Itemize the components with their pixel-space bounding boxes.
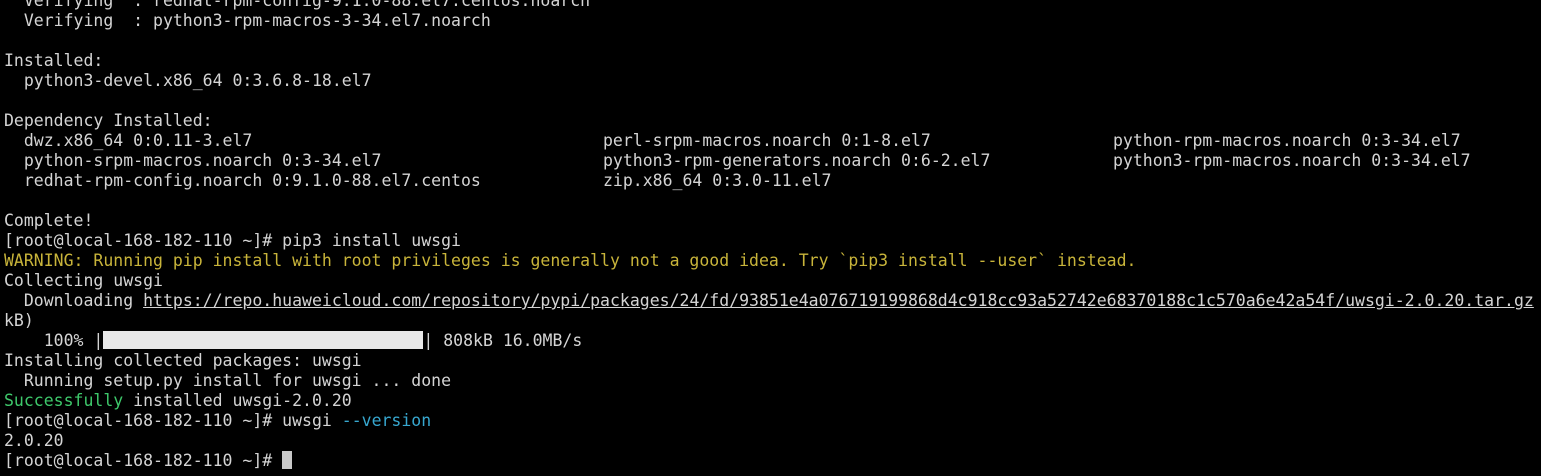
- downloading-label: Downloading: [4, 291, 144, 310]
- complete-message: Complete!: [4, 211, 94, 230]
- success-detail: installed uwsgi-2.0.20: [123, 391, 352, 410]
- download-size-wrap: kB): [4, 311, 34, 330]
- command-text: uwsgi: [282, 411, 342, 430]
- dependency-item: perl-srpm-macros.noarch 0:1-8.el7: [603, 131, 931, 150]
- installed-header: Installed:: [4, 51, 104, 70]
- dependency-item: zip.x86_64 0:3.0-11.el7: [603, 171, 832, 190]
- dependency-header: Dependency Installed:: [4, 111, 213, 130]
- command-line: [root@local-168-182-110 ~]# uwsgi --vers…: [4, 411, 431, 431]
- verify-line: Verifying : redhat-rpm-config-9.1.0-88.e…: [4, 0, 591, 10]
- downloading-line: Downloading https://repo.huaweicloud.com…: [4, 291, 1534, 311]
- shell-prompt: [root@local-168-182-110 ~]#: [4, 451, 283, 470]
- setup-line: Running setup.py install for uwsgi ... d…: [4, 371, 452, 390]
- shell-prompt: [root@local-168-182-110 ~]#: [4, 231, 283, 250]
- installed-package: python3-devel.x86_64 0:3.6.8-18.el7: [4, 71, 372, 90]
- download-url-link[interactable]: https://repo.huaweicloud.com/repository/…: [143, 291, 1534, 310]
- verify-line: Verifying : python3-rpm-macros-3-34.el7.…: [4, 11, 491, 30]
- command-text: pip3 install uwsgi: [282, 231, 461, 250]
- dependency-item: redhat-rpm-config.noarch 0:9.1.0-88.el7.…: [4, 171, 481, 190]
- text-cursor[interactable]: [282, 451, 293, 469]
- progress-percent: 100% |: [4, 331, 104, 350]
- command-line: [root@local-168-182-110 ~]# pip3 install…: [4, 231, 461, 251]
- progress-bar: [103, 331, 424, 349]
- collecting-line: Collecting uwsgi: [4, 271, 163, 290]
- active-prompt-line[interactable]: [root@local-168-182-110 ~]#: [4, 451, 293, 471]
- version-output: 2.0.20: [4, 431, 64, 450]
- success-line: Successfully installed uwsgi-2.0.20: [4, 391, 352, 411]
- progress-speed: | 808kB 16.0MB/s: [423, 331, 583, 350]
- shell-prompt: [root@local-168-182-110 ~]#: [4, 411, 283, 430]
- dependency-item: python-rpm-macros.noarch 0:3-34.el7: [1113, 131, 1461, 150]
- progress-line: 100% | | 808kB 16.0MB/s: [4, 331, 582, 351]
- dependency-item: python3-rpm-generators.noarch 0:6-2.el7: [603, 151, 991, 170]
- success-word: Successfully: [4, 391, 124, 410]
- installing-line: Installing collected packages: uwsgi: [4, 351, 362, 370]
- dependency-item: python3-rpm-macros.noarch 0:3-34.el7: [1113, 151, 1471, 170]
- warning-message: WARNING: Running pip install with root p…: [4, 251, 1137, 270]
- command-flag: --version: [341, 411, 432, 430]
- dependency-item: python-srpm-macros.noarch 0:3-34.el7: [4, 151, 382, 170]
- dependency-item: dwz.x86_64 0:0.11-3.el7: [4, 131, 253, 150]
- terminal-window[interactable]: Verifying : redhat-rpm-config-9.1.0-88.e…: [0, 0, 1541, 476]
